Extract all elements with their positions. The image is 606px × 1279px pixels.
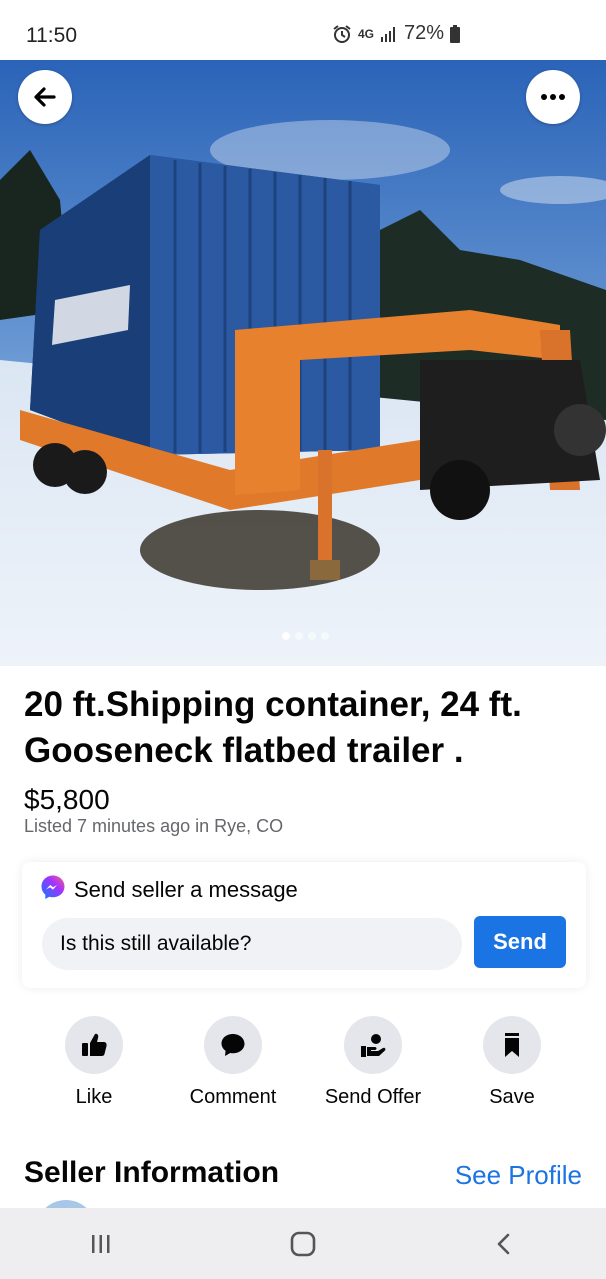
recent-apps-icon: [92, 1234, 110, 1253]
send-offer-button[interactable]: Send Offer: [303, 1016, 443, 1109]
send-button[interactable]: Send: [474, 916, 566, 968]
listing-photo-image: [0, 60, 606, 666]
comment-label: Comment: [189, 1086, 277, 1108]
thumbs-up-icon: [82, 1033, 107, 1056]
message-header-label: Send seller a message: [74, 876, 298, 902]
comment-button-circle[interactable]: [204, 1016, 262, 1074]
more-options-button[interactable]: [526, 70, 580, 124]
pagination-dot[interactable]: [281, 632, 290, 640]
status-icons: 4G 72%: [332, 22, 460, 45]
like-button-circle[interactable]: [65, 1016, 123, 1074]
send-offer-button-circle[interactable]: [344, 1016, 402, 1074]
system-back-button[interactable]: [475, 1214, 535, 1274]
listing-actions: Like Comment Send Offer Save: [0, 1016, 606, 1116]
save-button-circle[interactable]: [483, 1016, 541, 1074]
message-input[interactable]: [42, 918, 462, 970]
like-button[interactable]: Like: [24, 1016, 164, 1109]
battery-label: 72%: [403, 22, 444, 44]
status-bar: 11:50 4G 72%: [0, 0, 606, 60]
comment-button[interactable]: Comment: [163, 1016, 303, 1109]
recent-apps-button[interactable]: [71, 1214, 131, 1274]
status-time: 11:50: [26, 24, 77, 47]
home-button[interactable]: [273, 1214, 333, 1274]
battery-icon: [450, 24, 460, 43]
network-label: 4G: [357, 26, 374, 41]
see-profile-link[interactable]: See Profile: [455, 1160, 582, 1191]
seller-info-heading: Seller Information: [24, 1156, 280, 1189]
send-offer-label: Send Offer: [324, 1086, 422, 1108]
bookmark-icon: [505, 1033, 519, 1057]
pagination-dot[interactable]: [294, 632, 303, 640]
more-horizontal-icon: [541, 94, 565, 100]
photo-pagination: [0, 632, 606, 640]
like-label: Like: [75, 1086, 113, 1108]
save-label: Save: [489, 1086, 535, 1108]
listing-price: $5,800: [24, 784, 110, 815]
home-icon: [290, 1231, 316, 1256]
alarm-icon: [332, 24, 352, 44]
message-header: Send seller a message: [40, 874, 298, 905]
signal-icon: [380, 25, 398, 43]
listing-photo[interactable]: [0, 60, 606, 666]
back-chevron-icon: [497, 1233, 510, 1254]
pagination-dot[interactable]: [307, 632, 316, 640]
pagination-dot[interactable]: [320, 632, 329, 640]
send-offer-icon: [361, 1034, 386, 1057]
system-nav-bar: [0, 1208, 606, 1279]
arrow-left-icon: [34, 87, 56, 107]
listing-title: 20 ft.Shipping container, 24 ft. Goosene…: [24, 685, 522, 770]
message-seller-card: Send seller a message Send: [22, 862, 586, 988]
comment-icon: [221, 1034, 245, 1056]
messenger-icon: [40, 874, 66, 905]
save-button[interactable]: Save: [442, 1016, 582, 1109]
back-button[interactable]: [18, 70, 72, 124]
listing-meta: Listed 7 minutes ago in Rye, CO: [24, 816, 284, 836]
